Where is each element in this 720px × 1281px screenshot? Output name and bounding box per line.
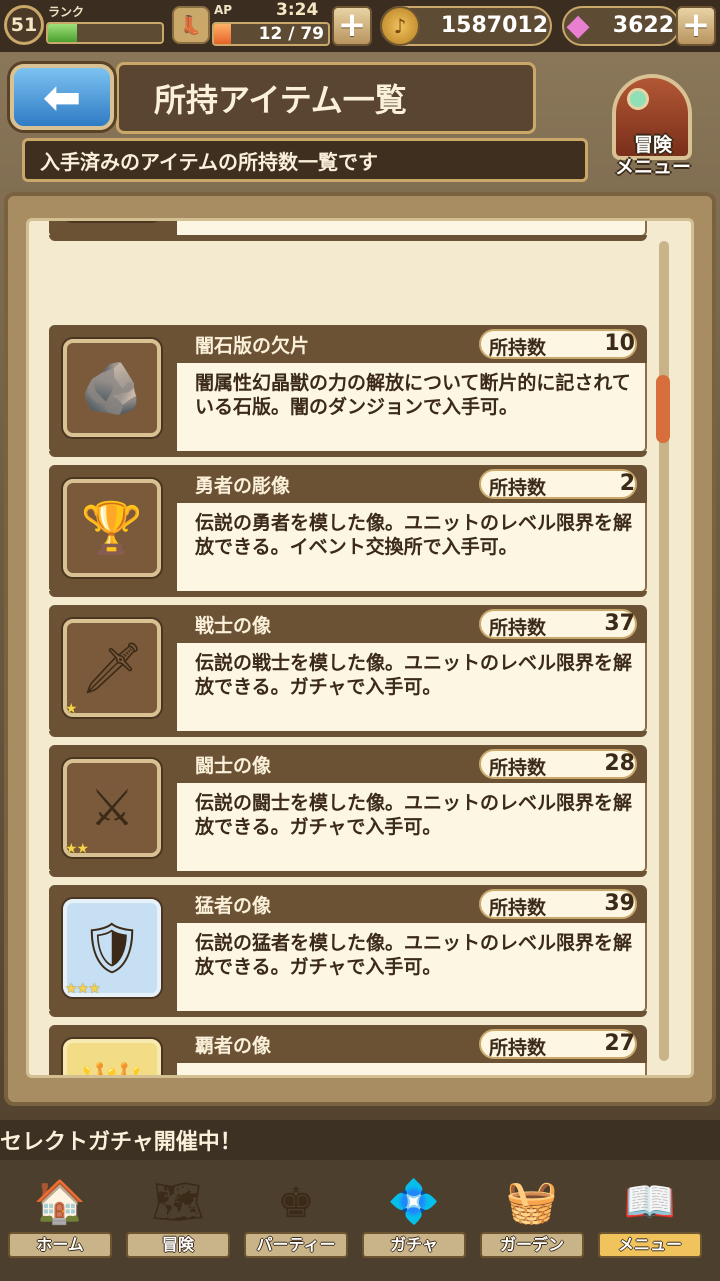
quantity-label: 所持数: [489, 617, 547, 639]
ap-label: AP: [214, 3, 233, 17]
adventure-menu-label-line: 冒険: [633, 134, 672, 156]
item-description: 伝説の闘士を模した像。ユニットのレベル限界を解放できる。ガチャで入手可。: [195, 792, 633, 838]
item-list[interactable]: 🗿光属性幻晶獣の力の解放について断片的に記されている石版。光のダンジョンで入手可…: [26, 218, 694, 1078]
back-button[interactable]: ⬅: [10, 64, 114, 130]
nav-book[interactable]: 📖 メニュー: [594, 1162, 706, 1270]
quantity-value: 39: [604, 891, 635, 916]
quantity-value: 27: [604, 1031, 635, 1056]
rarity-stars: ★★★: [65, 981, 101, 997]
nav-label: ホーム: [8, 1232, 112, 1258]
chess-piece-icon: ♚: [277, 1177, 315, 1227]
hero-statue-icon: 🏆: [63, 479, 161, 577]
ap-plus-button[interactable]: +: [332, 6, 372, 46]
nav-label: ガーデン: [480, 1232, 584, 1258]
item-name: 勇者の彫像: [195, 475, 291, 497]
adventure-menu-button[interactable]: 冒険 メニュー: [598, 74, 708, 192]
crystal-icon: 💠: [387, 1177, 441, 1226]
nav-crystal[interactable]: 💠 ガチャ: [358, 1162, 470, 1270]
adventure-menu-label-line: メニュー: [614, 156, 691, 178]
nav-label: ガチャ: [362, 1232, 466, 1258]
map-icon: 🗺: [151, 1177, 205, 1226]
adventure-menu-label: 冒険 メニュー: [598, 134, 708, 178]
quantity-label: 所持数: [489, 897, 547, 919]
nav-label: パーティー: [244, 1232, 348, 1258]
item-name: 戦士の像: [195, 615, 272, 637]
scrollbar-thumb[interactable]: [656, 375, 670, 443]
item-row[interactable]: ⚔ ★★ 闘士の像 所持数 28 伝説の闘士を模した像。ユニットのレベル限界を解放できる。…: [49, 745, 647, 877]
ap-value: 12 / 79: [258, 24, 324, 44]
quantity-value: 28: [604, 751, 635, 776]
page-title: 所持アイテム一覧: [154, 81, 407, 119]
house-icon: 🏠: [33, 1177, 87, 1226]
scrollbar-track[interactable]: [659, 241, 669, 1061]
nav-map[interactable]: 🗺 冒険: [122, 1162, 234, 1270]
quantity-label: 所持数: [489, 337, 547, 359]
conqueror-statue-icon: 👑: [63, 1039, 161, 1075]
light-tablet-icon: 🗿: [63, 218, 161, 221]
gem-plus-button[interactable]: +: [676, 6, 716, 46]
page-subtitle: 入手済みのアイテムの所持数一覧です: [40, 150, 378, 174]
rank-level: 51: [4, 5, 44, 45]
basket-icon: 🧺: [505, 1177, 559, 1226]
boot-icon: 👢: [172, 6, 210, 44]
book-icon: 📖: [623, 1177, 677, 1226]
quantity-label: 所持数: [489, 1037, 547, 1059]
nav-label: 冒険: [126, 1232, 230, 1258]
item-name: 闇石版の欠片: [195, 335, 310, 357]
quantity-label: 所持数: [489, 477, 547, 499]
item-description: 闇属性幻晶獣の力の解放について断片的に記されている石版。闇のダンジョンで入手可。: [195, 372, 631, 418]
ticker-text: セレクトガチャ開催中！: [0, 1130, 242, 1155]
rarity-stars: ★: [65, 701, 78, 717]
nav-label: メニュー: [598, 1232, 702, 1258]
item-row[interactable]: 🛡 ★★★ 猛者の像 所持数 39 伝説の猛者を模した像。ユニットのレベル限界を解放できる…: [49, 885, 647, 1017]
item-row[interactable]: 🪨 闇石版の欠片 所持数 10 闇属性幻晶獣の力の解放について断片的に記されている石版。…: [49, 325, 647, 457]
coin-icon: ♪: [380, 6, 420, 46]
item-description: 伝説の戦士を模した像。ユニットのレベル限界を解放できる。ガチャで入手可。: [195, 652, 633, 698]
item-name: 闘士の像: [195, 755, 272, 777]
rank-progress-fill: [48, 24, 77, 42]
nav-house[interactable]: 🏠 ホーム: [4, 1162, 116, 1270]
dark-tablet-icon: 🪨: [63, 339, 161, 437]
rank-label: ランク: [48, 5, 85, 19]
quantity-value: 37: [604, 611, 635, 636]
item-name: 覇者の像: [195, 1035, 272, 1057]
item-row[interactable]: 🗿光属性幻晶獣の力の解放について断片的に記されている石版。光のダンジョンで入手可…: [49, 218, 647, 241]
item-name: 猛者の像: [195, 895, 272, 917]
rank-progress-bar: [46, 22, 164, 44]
door-window: [627, 88, 649, 110]
ap-timer: 3:24: [276, 0, 319, 20]
item-description: 伝説の猛者を模した像。ユニットのレベル限界を解放できる。ガチャで入手可。: [195, 932, 633, 978]
rarity-stars: ★★: [65, 841, 89, 857]
nav-chess-piece[interactable]: ♚ パーティー: [240, 1162, 352, 1270]
gem-value: 3622: [612, 13, 674, 38]
warrior-statue-icon: 🗡: [63, 619, 161, 717]
quantity-label: 所持数: [489, 757, 547, 779]
quantity-value: 10: [604, 331, 635, 356]
coin-value: 1587012: [440, 13, 548, 38]
item-row[interactable]: 👑 覇者の像 所持数 27: [49, 1025, 647, 1075]
back-arrow-icon: ⬅: [42, 70, 82, 124]
gem-icon: ◆: [566, 8, 590, 43]
nav-basket[interactable]: 🧺 ガーデン: [476, 1162, 588, 1270]
item-row[interactable]: 🏆 勇者の彫像 所持数 2 伝説の勇者を模した像。ユニットのレベル限界を解放できる。イベ…: [49, 465, 647, 597]
item-row[interactable]: 🗡 ★ 戦士の像 所持数 37 伝説の戦士を模した像。ユニットのレベル限界を解放できる。ガ…: [49, 605, 647, 737]
quantity-value: 2: [619, 471, 635, 496]
item-description: 伝説の勇者を模した像。ユニットのレベル限界を解放できる。イベント交換所で入手可。: [195, 512, 633, 558]
